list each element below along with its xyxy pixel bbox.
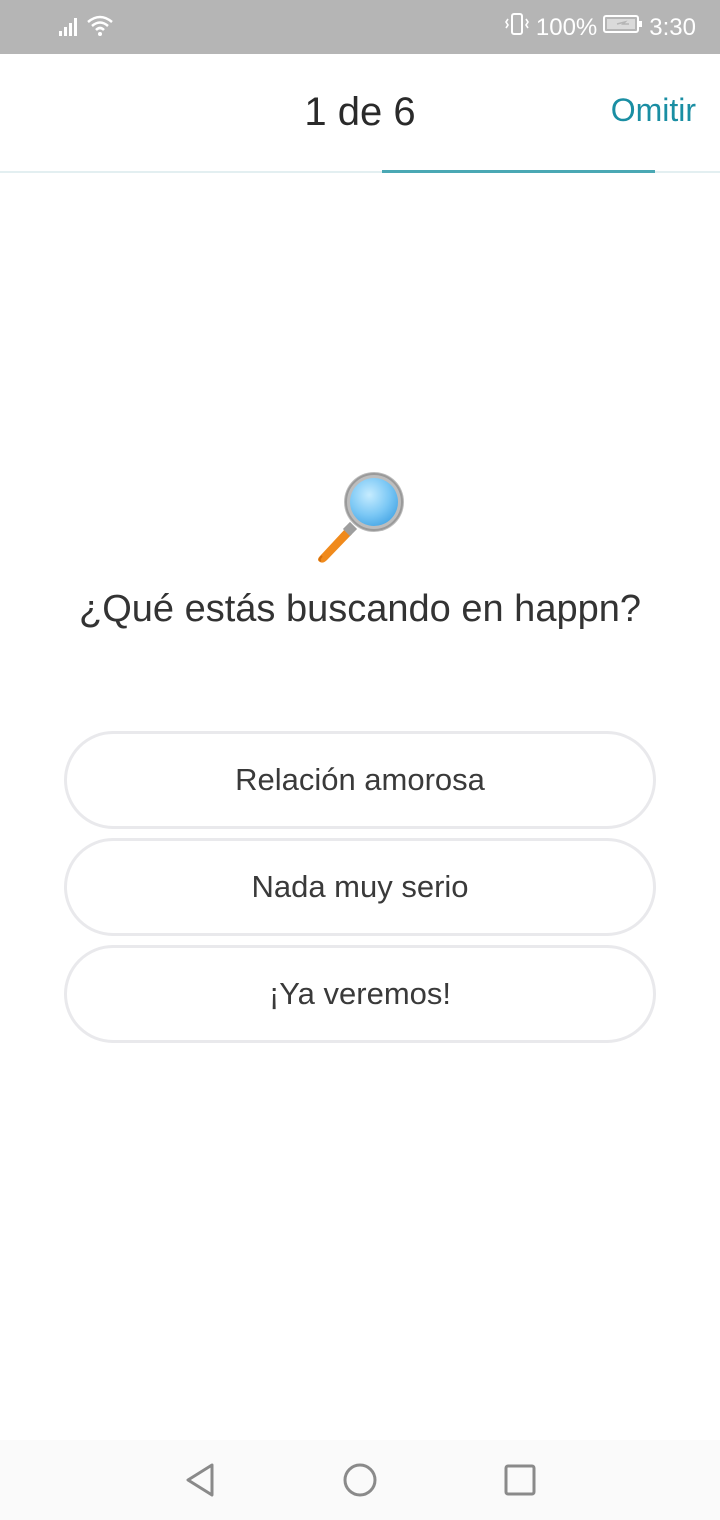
wifi-icon	[86, 14, 114, 43]
header: 1 de 6 Omitir	[0, 54, 720, 172]
status-right: 100% 3:30	[504, 12, 696, 44]
magnifying-glass-icon	[312, 470, 408, 566]
battery-icon	[603, 13, 643, 43]
home-icon[interactable]	[340, 1460, 380, 1500]
signal-icon	[58, 15, 80, 42]
options-list: Relación amorosa Nada muy serio ¡Ya vere…	[64, 731, 656, 1052]
battery-percentage: 100%	[535, 14, 598, 41]
progress-indicator	[382, 170, 655, 173]
option-relationship-button[interactable]: Relación amorosa	[64, 731, 656, 829]
vibrate-icon	[504, 12, 530, 44]
clock: 3:30	[649, 14, 696, 41]
screen: 100% 3:30 1 de 6 Omitir ¿Qué estás busca…	[0, 0, 720, 1520]
recents-icon[interactable]	[500, 1460, 540, 1500]
question-title: ¿Qué estás buscando en happn?	[79, 588, 641, 630]
option-casual-button[interactable]: Nada muy serio	[64, 838, 656, 936]
skip-button[interactable]: Omitir	[611, 92, 696, 129]
option-see-button[interactable]: ¡Ya veremos!	[64, 945, 656, 1043]
back-icon[interactable]	[180, 1460, 220, 1500]
status-left	[58, 14, 114, 43]
status-bar: 100% 3:30	[0, 0, 720, 54]
navigation-bar	[0, 1440, 720, 1520]
